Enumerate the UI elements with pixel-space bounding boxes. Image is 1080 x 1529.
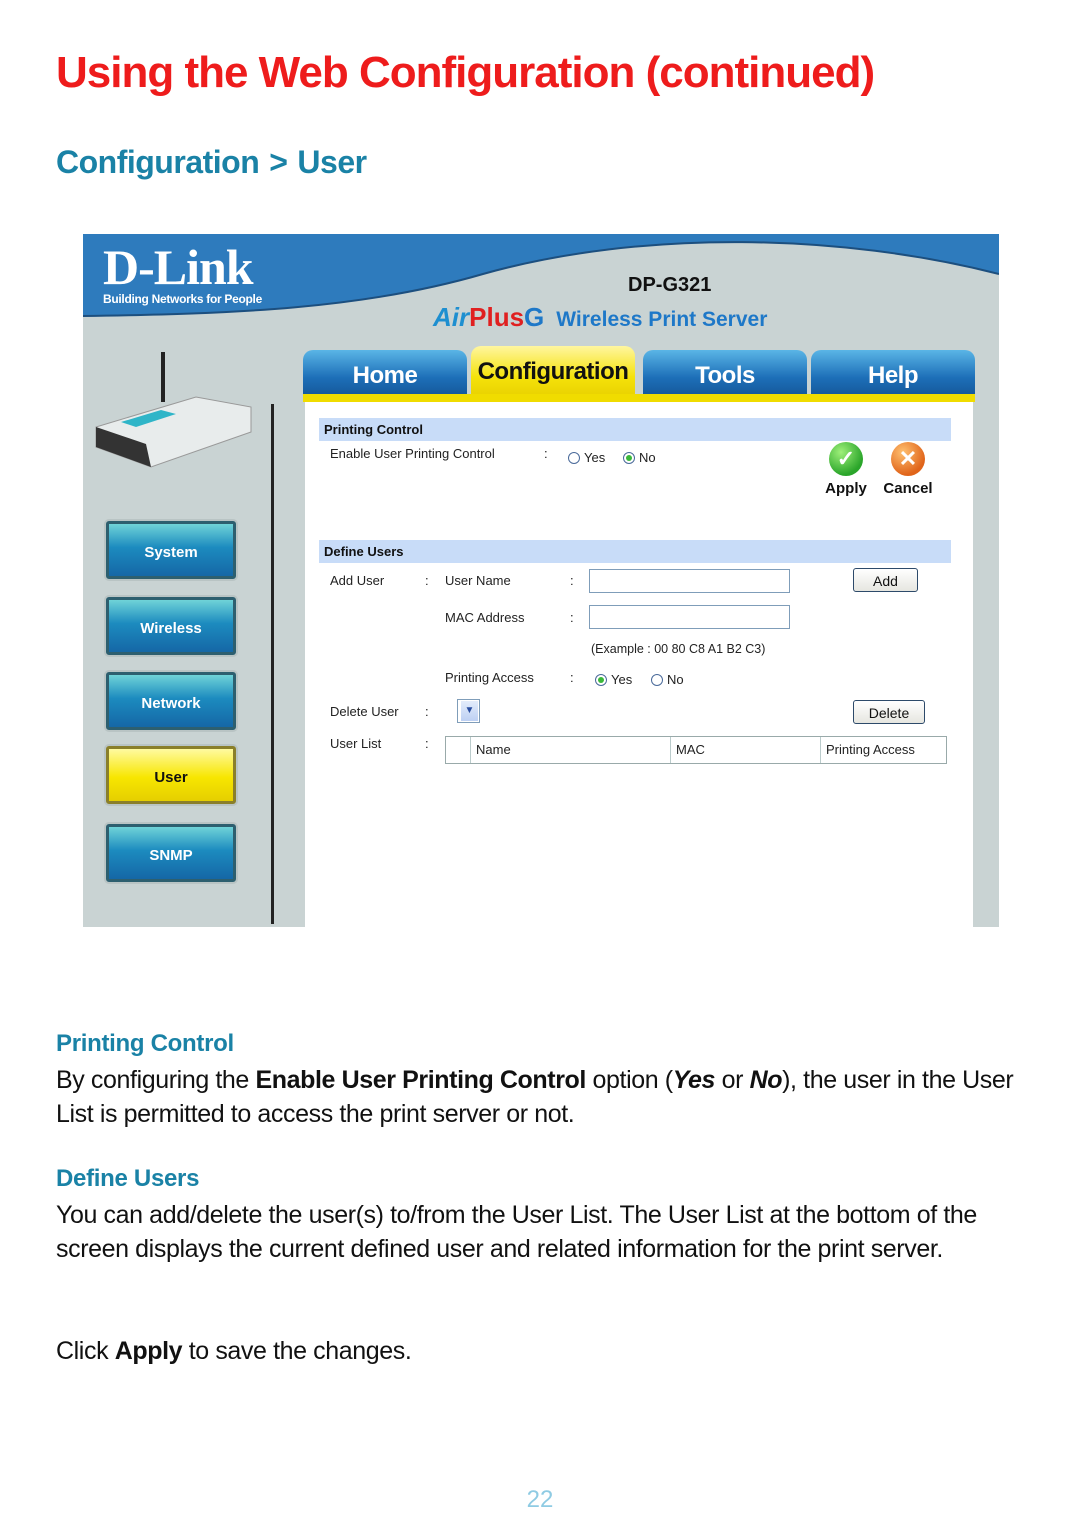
text: to save the changes. [182,1337,412,1365]
colon: : [570,573,574,588]
close-icon: ✕ [891,442,925,476]
radio-selected-icon[interactable] [595,674,607,686]
bold-text: Enable User Printing Control [255,1066,586,1094]
printing-access-label: Printing Access [445,670,534,685]
user-name-input[interactable] [589,569,790,593]
define-users-header: Define Users [319,540,951,563]
user-list-col-select [446,737,471,763]
define-users-description: You can add/delete the user(s) to/from t… [56,1201,977,1263]
text: By configuring the [56,1066,256,1094]
option-label: No [667,672,684,687]
config-content: Printing Control Enable User Printing Co… [305,402,973,927]
mac-example-hint: (Example : 00 80 C8 A1 B2 C3) [591,642,766,656]
option-label: No [639,450,656,465]
page-title: Using the Web Configuration (continued) [56,48,875,97]
mac-address-label: MAC Address [445,610,525,625]
sidebar-item-system[interactable]: System [106,521,236,579]
printing-control-header: Printing Control [319,418,951,441]
radio-icon[interactable] [568,452,580,464]
printing-control-description: By configuring the Enable User Printing … [56,1063,1026,1131]
colon: : [570,610,574,625]
breadcrumb-parent: Configuration [56,144,260,180]
option-label: Yes [611,672,633,687]
apply-instruction: Click Apply to save the changes. [56,1334,1026,1368]
model-name: DP-G321 [628,274,712,296]
brand-tagline: Building Networks for People [103,292,262,306]
main-tabs: Home Configuration Tools Help [303,346,975,398]
product-subtitle: Wireless Print Server [556,308,768,331]
text: or [715,1066,750,1094]
sidebar-item-snmp[interactable]: SNMP [106,824,236,882]
breadcrumb-current: User [297,144,367,180]
printing-control-no[interactable]: No [623,450,656,465]
radio-icon[interactable] [651,674,663,686]
printing-access-yes[interactable]: Yes [595,672,632,687]
chevron-down-icon[interactable]: ▼ [461,701,478,721]
tab-underline [303,394,975,402]
user-list-col-name: Name [471,737,671,763]
web-config-screenshot: D-Link Building Networks for People DP-G… [83,234,999,927]
sidebar-item-wireless[interactable]: Wireless [106,597,236,655]
colon: : [425,736,429,751]
tab-help[interactable]: Help [811,350,975,396]
bold-italic-text: Yes [672,1066,716,1094]
mac-address-input[interactable] [589,605,790,629]
brand-name: D-Link [103,239,254,295]
colon: : [544,446,548,461]
tab-tools[interactable]: Tools [643,350,807,396]
printing-access-no[interactable]: No [651,672,684,687]
product-line: AirPlusG Wireless Print Server [433,302,767,333]
delete-button[interactable]: Delete [853,700,925,724]
breadcrumb: Configuration > User [56,144,367,181]
apply-label: Apply [825,480,867,497]
tab-configuration[interactable]: Configuration [471,346,635,398]
option-label: Yes [584,450,606,465]
radio-selected-icon[interactable] [623,452,635,464]
user-name-label: User Name [445,573,511,588]
checkmark-icon: ✓ [829,442,863,476]
bold-italic-text: No [749,1066,783,1094]
page-number: 22 [526,1486,554,1513]
user-list-table: Name MAC Printing Access [445,736,947,764]
sidebar-item-user[interactable]: User [106,746,236,804]
colon: : [425,704,429,719]
sidebar-divider [271,404,274,924]
colon: : [570,670,574,685]
router-image [95,352,252,468]
bold-text: Apply [114,1337,183,1365]
cancel-label: Cancel [883,480,933,497]
product-air: Air [433,302,470,332]
user-list-col-mac: MAC [671,737,821,763]
sidebar-item-network[interactable]: Network [106,672,236,730]
cancel-button[interactable]: ✕ Cancel [883,442,933,497]
add-button[interactable]: Add [853,568,918,592]
user-list-col-printing-access: Printing Access [826,742,915,757]
product-g: G [524,302,545,332]
add-user-label: Add User [330,573,385,588]
delete-user-label: Delete User [330,704,399,719]
colon: : [425,573,429,588]
tab-home[interactable]: Home [303,350,467,396]
enable-printing-control-label: Enable User Printing Control [330,446,495,461]
dlink-logo: D-Link Building Networks for People [103,242,262,306]
delete-user-select[interactable]: ▼ [457,699,480,723]
text: Click [56,1337,115,1365]
product-plus: Plus [469,302,525,332]
printing-control-yes[interactable]: Yes [568,450,605,465]
text: option ( [585,1066,674,1094]
user-list-label: User List [330,736,382,751]
define-users-heading: Define Users [56,1165,200,1192]
breadcrumb-separator: > [269,144,288,180]
printing-control-heading: Printing Control [56,1030,234,1057]
apply-button[interactable]: ✓ Apply [821,442,871,497]
